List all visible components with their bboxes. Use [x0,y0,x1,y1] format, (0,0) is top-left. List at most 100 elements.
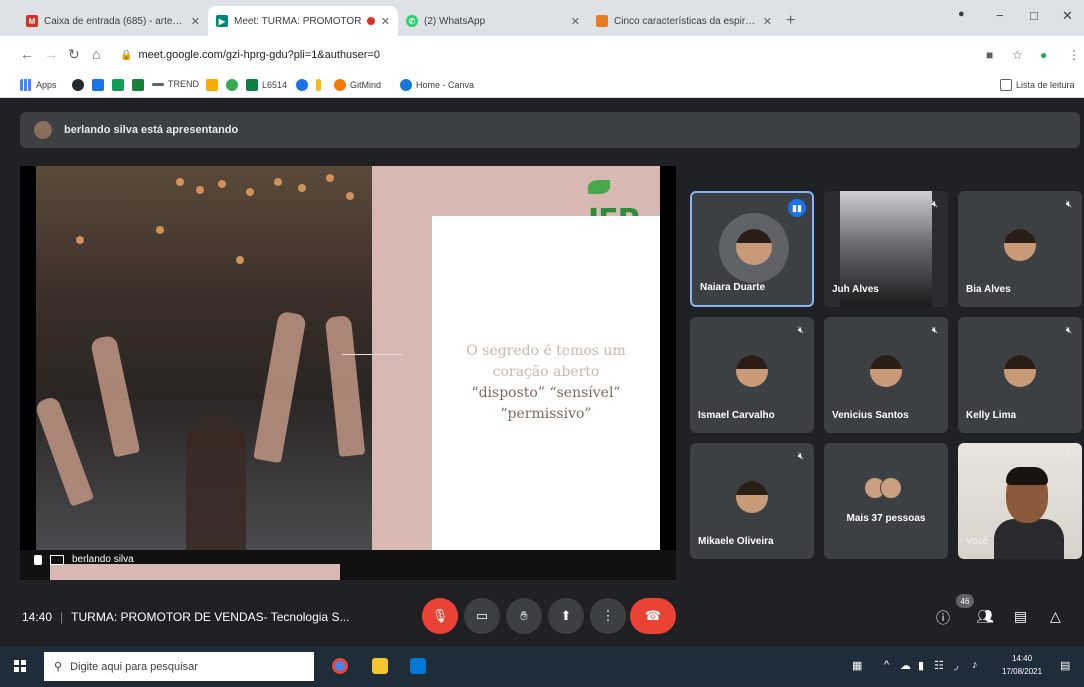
canva-icon [400,79,412,91]
volume-icon[interactable]: ♪ [972,659,978,671]
tab-title: Caixa de entrada (685) - arte.edu. [44,15,185,27]
participant-tile[interactable]: 🔇︎ Bia Alves [958,191,1082,307]
people-icon[interactable]: 👥︎ [976,608,994,625]
apps-grid-icon [20,79,32,91]
tab-cinco[interactable]: Cinco características da espiritua ✕ [588,6,780,36]
raise-hand-button[interactable]: ✋︎ [506,598,542,634]
bookmark-refresh-icon[interactable] [296,79,312,91]
bookmark-gitmind[interactable]: GitMind [334,79,381,91]
bookmark-star-icon[interactable]: ☆ [1012,48,1023,62]
network-icon[interactable]: ☷ [934,659,944,672]
tab-meet[interactable]: ▶ Meet: TURMA: PROMOTOR ✕ [208,6,398,36]
pin-icon[interactable] [34,554,42,565]
bookmark-sheet-icon[interactable] [206,79,222,91]
windows-start-icon[interactable] [14,660,26,672]
more-options-button[interactable]: ⋮ [590,598,626,634]
screen-share-icon [50,554,64,565]
chrome-menu-icon[interactable]: ⋮ [1068,48,1080,62]
tab-whatsapp[interactable]: ✆ (2) WhatsApp ✕ [398,6,588,36]
camera-toggle-button[interactable]: ▭ [464,598,500,634]
close-tab-icon[interactable]: ✕ [191,15,200,28]
taskbar-search-input[interactable]: ⚲ Digite aqui para pesquisar [44,652,314,681]
self-view-tile[interactable]: 🔇︎ Você [958,443,1082,559]
show-hidden-icons[interactable]: ^ [884,659,889,671]
url-input[interactable]: 🔒 meet.google.com/gzi-hprg-gdu?pli=1&aut… [112,42,1012,68]
recording-indicator-icon [366,17,375,25]
bookmark-label: TREND [168,79,199,89]
close-tab-icon[interactable]: ✕ [381,15,390,28]
bookmark-trend[interactable]: TREND [152,79,199,89]
site-icon [596,15,608,27]
avatar [736,481,768,513]
participant-name: Juh Alves [832,284,879,295]
bookmark-label: GitMind [350,80,382,90]
tab-title: Cinco características da espiritua [614,15,757,27]
participant-tile[interactable]: 🔇︎ Ismael Carvalho [690,317,814,433]
participant-name: Kelly Lima [966,410,1017,421]
speaking-indicator-icon: ▮▮ [788,199,806,217]
reading-list[interactable]: Lista de leitura [1000,79,1075,91]
mic-off-icon: 🔇︎ [1065,199,1072,210]
new-tab-button[interactable]: + [786,12,795,30]
chat-icon[interactable]: ▤ [1014,608,1027,625]
mail-taskbar-icon[interactable] [410,658,426,674]
back-button[interactable]: ← [20,46,34,62]
participant-tile[interactable]: 🔇︎ Juh Alves [824,191,948,307]
minimize-button[interactable]: − [996,8,1004,23]
reload-button[interactable]: ↻ [68,46,80,63]
keyboard-icon[interactable]: ▦ [852,659,862,672]
avatar [1004,355,1036,387]
participant-tile[interactable]: 🔇︎ Kelly Lima [958,317,1082,433]
forward-button[interactable]: → [44,46,58,62]
chrome-taskbar-icon[interactable] [332,658,348,674]
tab-title: Meet: TURMA: PROMOTOR [234,15,362,27]
reading-list-label: Lista de leitura [1016,80,1075,90]
bookmark-green-icon[interactable] [226,79,242,91]
bookmark-canva[interactable]: Home - Canva [400,79,474,91]
bookmark-pin-icon[interactable] [316,79,325,91]
gmail-icon: M [26,15,38,27]
bookmark-github-icon[interactable] [72,79,88,91]
participant-tile[interactable]: 🔇︎ Mikaele Oliveira [690,443,814,559]
bookmark-classroom-icon[interactable] [132,79,148,91]
profile-icon[interactable]: ● [958,8,965,20]
wifi-icon[interactable]: ◞ [954,659,958,672]
participant-tile[interactable]: 🔇︎ Venicius Santos [824,317,948,433]
present-now-button[interactable]: ⬆ [548,598,584,634]
bookmark-arrow-icon[interactable] [92,79,108,91]
presenter-avatar [34,121,52,139]
usb-icon[interactable]: ▮ [918,659,924,672]
home-button[interactable]: ⌂ [92,46,100,62]
search-icon: ⚲ [54,661,63,673]
bookmark-label: L6514 [262,80,288,90]
close-tab-icon[interactable]: ✕ [571,15,580,28]
extension-icon[interactable]: ● [1040,48,1047,62]
leave-call-button[interactable]: ☎︎ [630,598,676,634]
presentation-stage[interactable]: IEP O segredo é temos um coração aberto … [20,166,676,580]
camera-indicator-icon[interactable]: ■ [986,48,993,62]
participant-name: Mikaele Oliveira [698,536,774,547]
slide-thumbnail-strip [50,564,340,580]
bookmark-home-icon[interactable] [112,79,128,91]
mic-toggle-button[interactable]: 🎙︎ [422,598,458,634]
tab-gmail[interactable]: M Caixa de entrada (685) - arte.edu. ✕ [18,6,208,36]
bookmark-apps[interactable]: Apps [20,79,57,91]
participant-tile[interactable]: ▮▮ Naiara Duarte [690,191,814,307]
more-participants-tile[interactable]: Mais 37 pessoas [824,443,948,559]
search-placeholder: Digite aqui para pesquisar [70,660,198,673]
taskbar-clock[interactable]: 14:40 17/08/2021 [1002,652,1042,678]
file-explorer-taskbar-icon[interactable] [372,658,388,674]
close-window-button[interactable]: ✕ [1062,8,1073,24]
meeting-info: 14:40 | TURMA: PROMOTOR DE VENDAS- Tecnolo… [22,610,350,624]
slide-text-line: “disposto” “sensível” [471,385,621,401]
onedrive-icon[interactable]: ☁ [900,659,911,672]
meeting-details-icon[interactable]: ⓘ [936,608,950,628]
presenting-text: berlando silva está apresentando [64,124,239,136]
maximize-button[interactable]: □ [1030,8,1038,23]
notifications-icon[interactable]: ▤ [1060,659,1070,672]
activities-icon[interactable]: △ [1050,608,1061,625]
bookmark-l6514[interactable]: L6514 [246,79,287,91]
url-text: meet.google.com/gzi-hprg-gdu?pli=1&authu… [138,49,380,61]
windows-taskbar: ⚲ Digite aqui para pesquisar ▦ ^ ☁ ▮ ☷ ◞… [0,646,1084,687]
close-tab-icon[interactable]: ✕ [763,15,772,28]
